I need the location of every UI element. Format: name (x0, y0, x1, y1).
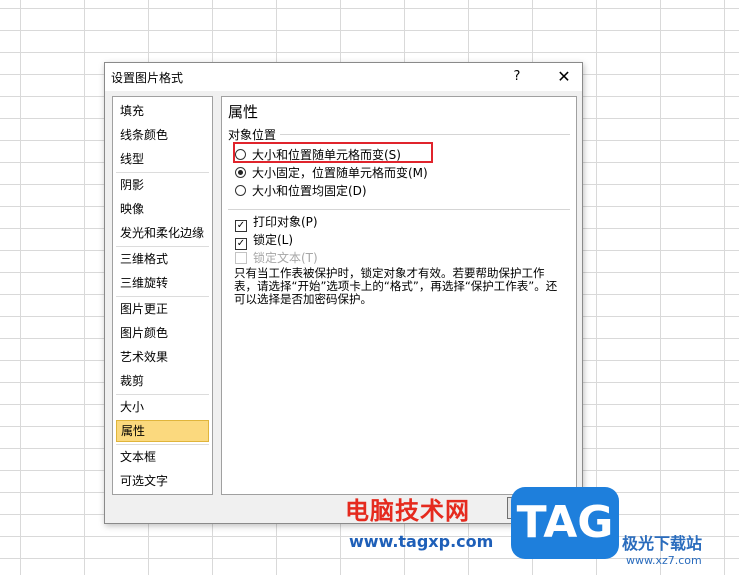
checkbox-label: 锁定文本(T) (253, 251, 318, 265)
help-button[interactable]: ? (505, 63, 529, 91)
nav-item-line-style[interactable]: 线型 (116, 148, 209, 170)
nav-item-picture-color[interactable]: 图片颜色 (116, 322, 209, 344)
radio-move-dont-size[interactable]: 大小固定，位置随单元格而变(M) (235, 164, 428, 182)
nav-separator (116, 246, 209, 247)
nav-item-line-color[interactable]: 线条颜色 (116, 124, 209, 146)
nav-item-reflection[interactable]: 映像 (116, 198, 209, 220)
nav-item-properties[interactable]: 属性 (116, 420, 209, 442)
radio-label: 大小固定，位置随单元格而变(M) (252, 166, 428, 180)
radio-circle[interactable] (235, 185, 246, 196)
checkbox-print-object[interactable]: ✓ 打印对象(P) (235, 213, 318, 232)
nav-separator (116, 296, 209, 297)
panel-heading: 属性 (228, 103, 259, 121)
checkbox-label: 锁定(L) (253, 233, 294, 247)
nav-separator (116, 172, 209, 173)
checkbox-label: 打印对象(P) (253, 215, 318, 229)
nav-item-size[interactable]: 大小 (116, 396, 209, 418)
close-icon[interactable]: ✕ (549, 63, 579, 91)
section-divider (228, 209, 570, 210)
nav-item-shadow[interactable]: 阴影 (116, 174, 209, 196)
dialog-title: 设置图片格式 (111, 71, 184, 85)
group-divider (280, 134, 570, 135)
checkbox-box-disabled (235, 252, 247, 264)
format-picture-dialog: 设置图片格式 ? ✕ 填充 线条颜色 线型 阴影 映像 发光和柔化边缘 三维格式… (104, 62, 583, 524)
watermark-site-url: www.xz7.com (626, 554, 702, 567)
category-list: 填充 线条颜色 线型 阴影 映像 发光和柔化边缘 三维格式 三维旋转 图片更正 … (112, 96, 213, 495)
annotation-highlight-box (233, 142, 433, 163)
protection-description: 只有当工作表被保护时，锁定对象才有效。若要帮助保护工作表，请选择“开始”选项卡上… (234, 266, 558, 306)
nav-item-glow-soft-edges[interactable]: 发光和柔化边缘 (116, 222, 209, 244)
nav-item-artistic-effects[interactable]: 艺术效果 (116, 346, 209, 368)
radio-dont-move-or-size[interactable]: 大小和位置均固定(D) (235, 182, 367, 200)
nav-separator (116, 444, 209, 445)
watermark-site-label: 极光下载站 (622, 534, 703, 553)
nav-item-3d-format[interactable]: 三维格式 (116, 248, 209, 270)
radio-label: 大小和位置均固定(D) (252, 184, 367, 198)
tag-logo: TAG (511, 487, 619, 559)
radio-circle-selected[interactable] (235, 167, 246, 178)
nav-item-picture-corrections[interactable]: 图片更正 (116, 298, 209, 320)
watermark-url: www.tagxp.com (349, 532, 494, 551)
nav-item-crop[interactable]: 裁剪 (116, 370, 209, 392)
nav-separator (116, 394, 209, 395)
checkbox-lock-text: 锁定文本(T) (235, 249, 318, 267)
nav-item-alt-text[interactable]: 可选文字 (116, 470, 209, 492)
dialog-titlebar: 设置图片格式 ? ✕ (105, 63, 582, 91)
checkbox-locked[interactable]: ✓ 锁定(L) (235, 231, 294, 250)
nav-item-3d-rotation[interactable]: 三维旋转 (116, 272, 209, 294)
watermark-site-name: 电脑技术网 (345, 497, 470, 525)
nav-item-fill[interactable]: 填充 (116, 100, 209, 122)
nav-item-text-box[interactable]: 文本框 (116, 446, 209, 468)
object-position-label: 对象位置 (228, 128, 277, 142)
